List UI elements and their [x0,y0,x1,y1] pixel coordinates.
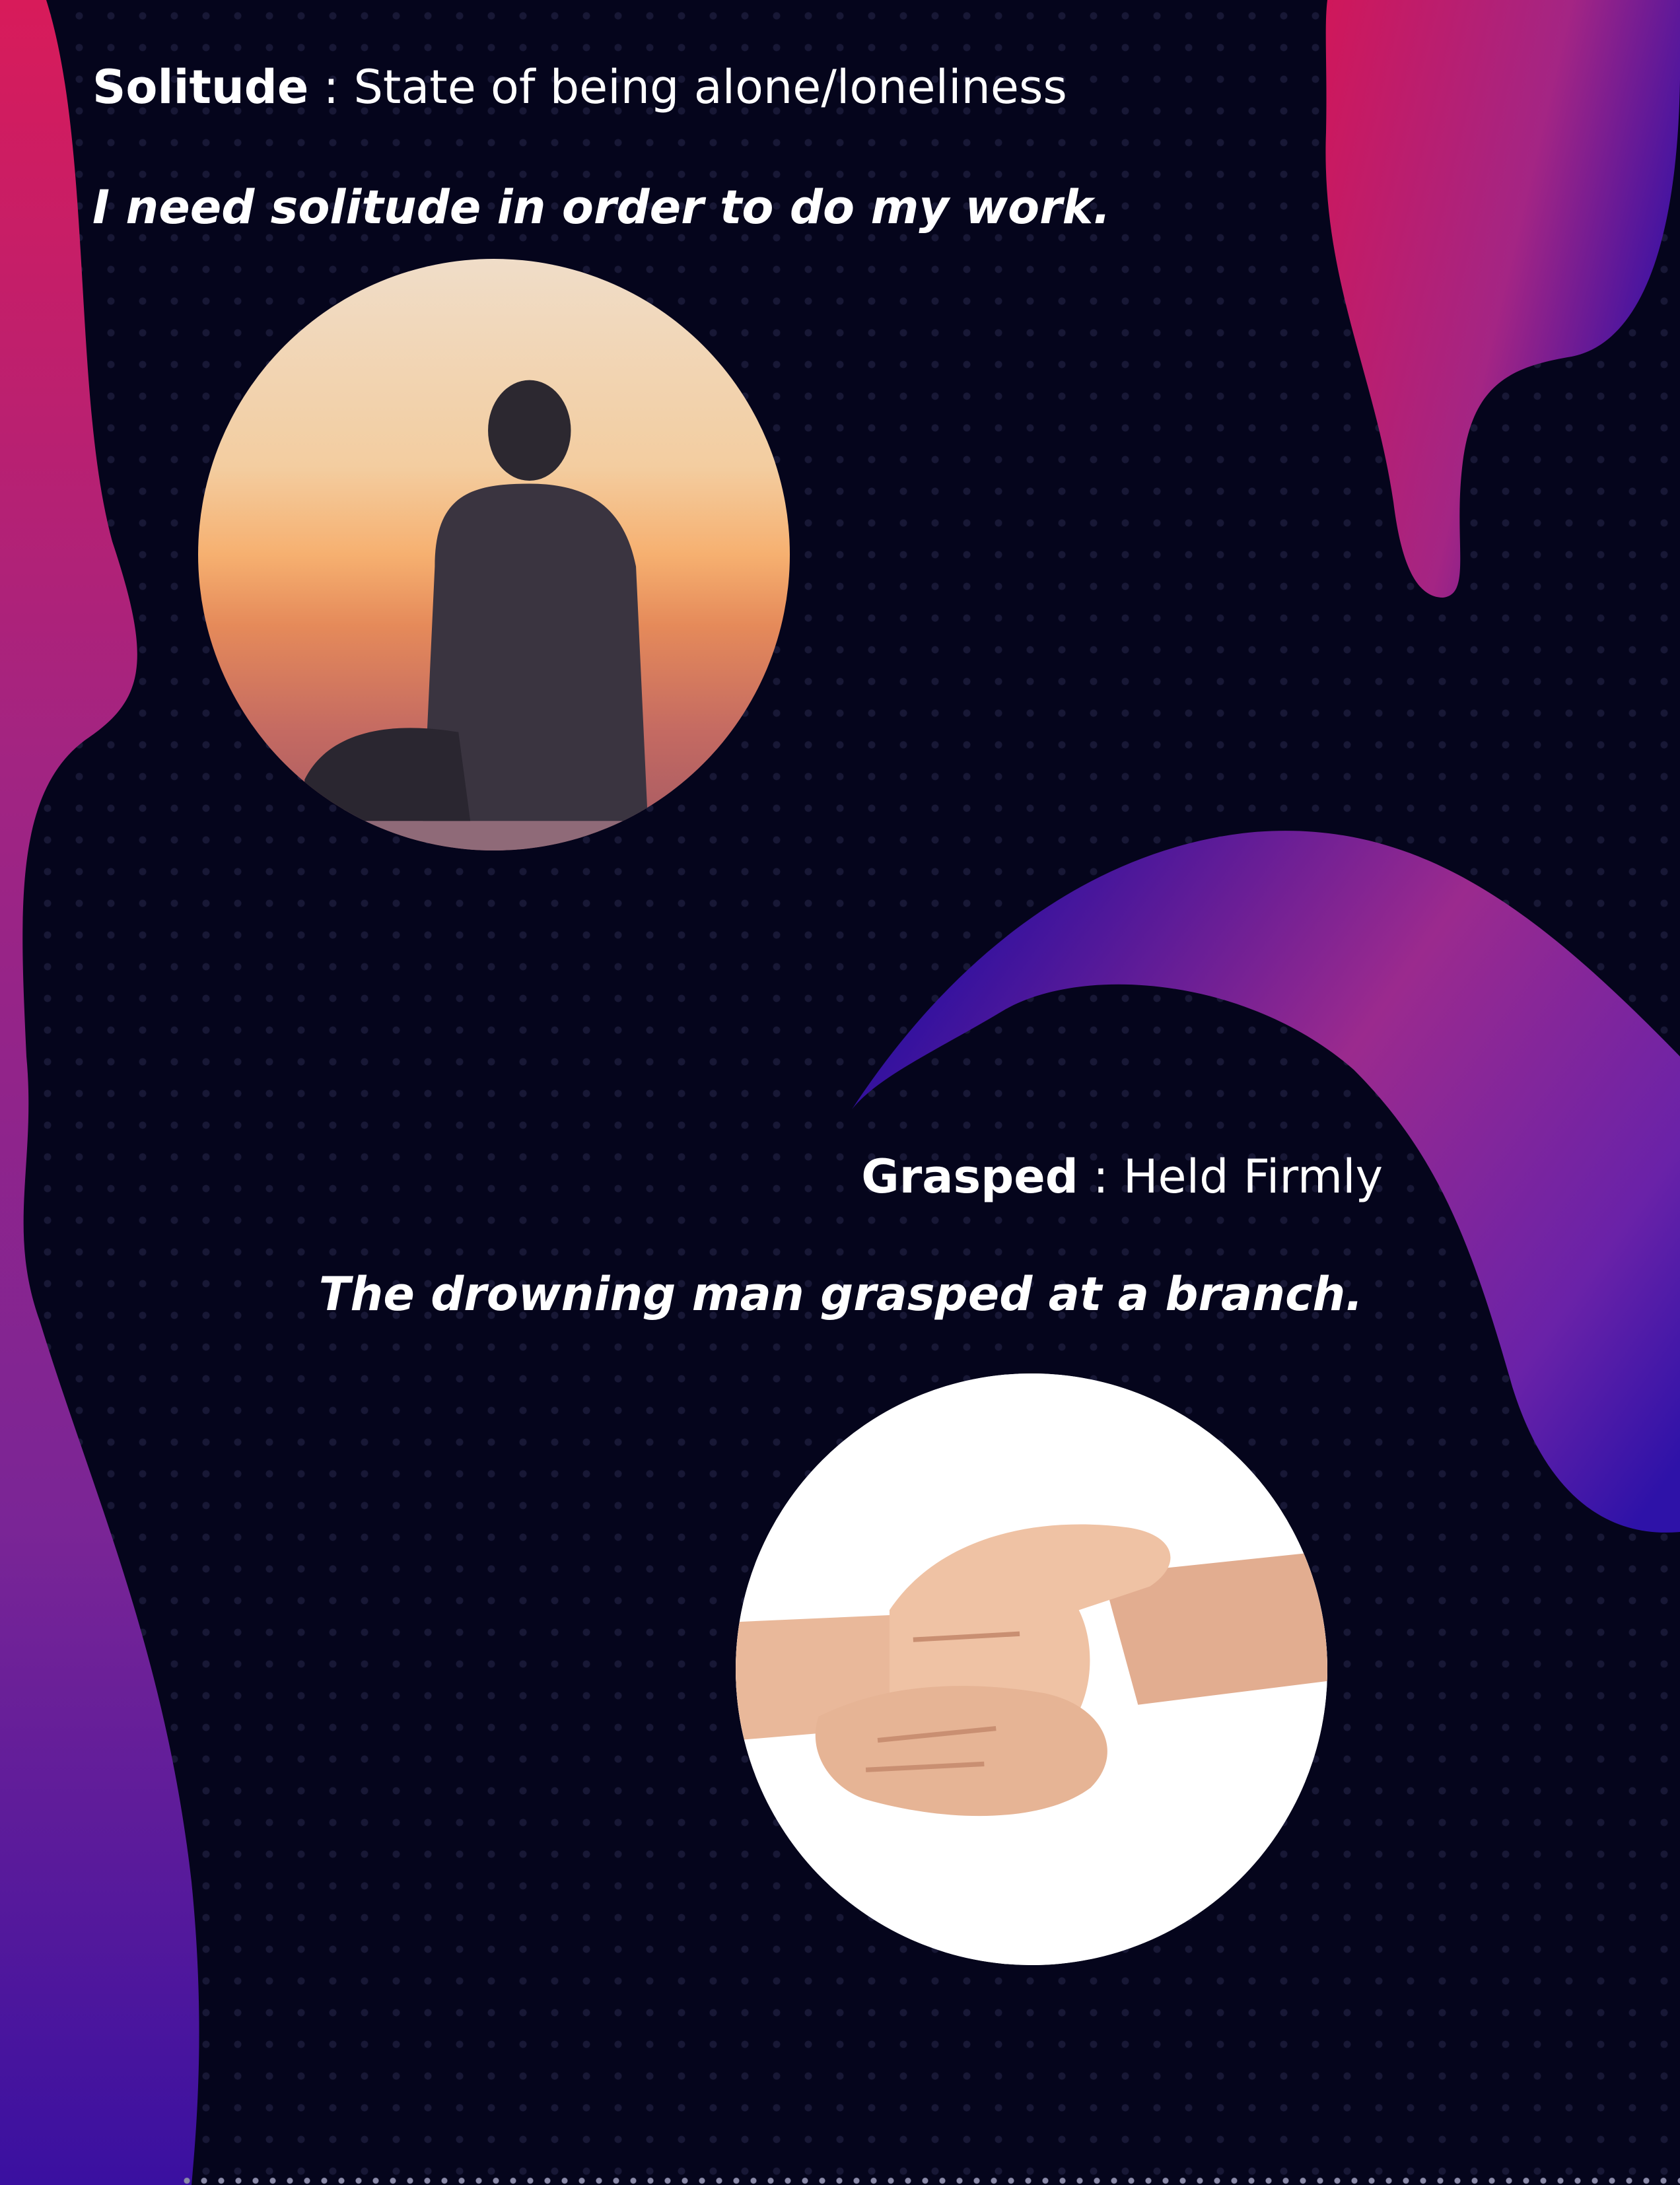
example-sentence: I need solitude in order to do my work. [92,180,1111,234]
entry-term-line: Grasped : Held Firmly [861,1149,1383,1204]
bottom-dotted-border [178,2176,1680,2185]
left-blob-shape [0,0,199,2185]
term-definition: Held Firmly [1123,1150,1383,1204]
term-separator: : [308,60,354,114]
term-definition: State of being alone/loneliness [353,60,1067,114]
term-word: Grasped [861,1150,1078,1204]
entry-term-line: Solitude : State of being alone/loneline… [92,59,1067,115]
vocabulary-page: Solitude : State of being alone/loneline… [0,0,1680,2185]
example-sentence: The drowning man grasped at a branch. [318,1267,1363,1321]
term-separator: : [1078,1150,1123,1204]
term-word: Solitude [92,60,309,114]
top-right-blob-shape [1325,0,1680,598]
grasped-photo [736,1373,1327,1965]
solitude-photo [198,259,790,850]
